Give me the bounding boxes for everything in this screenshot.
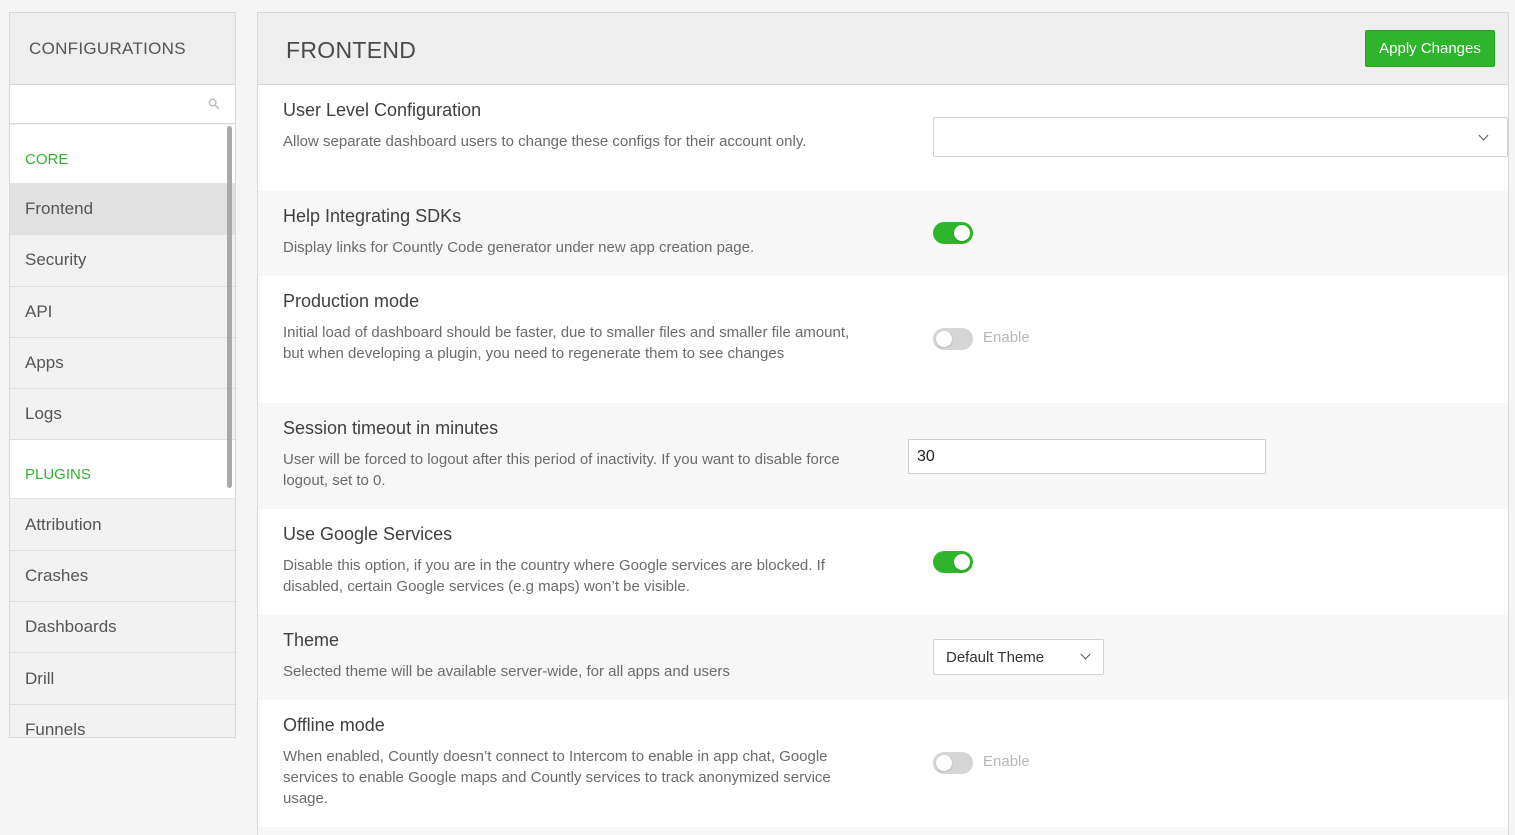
sidebar-search bbox=[10, 85, 235, 124]
setting-row-offline-mode: Offline mode When enabled, Countly doesn… bbox=[258, 700, 1508, 827]
sidebar-item-dashboards[interactable]: Dashboards bbox=[10, 602, 235, 654]
setting-description: When enabled, Countly doesn’t connect to… bbox=[283, 748, 831, 807]
panel-header: FRONTEND Apply Changes bbox=[258, 13, 1508, 85]
sidebar-list: CORE Frontend Security API Apps Logs PLU… bbox=[10, 125, 235, 737]
setting-title: Use Google Services bbox=[283, 524, 453, 544]
page-title: FRONTEND bbox=[286, 37, 417, 63]
search-icon[interactable] bbox=[208, 98, 219, 109]
help-sdks-toggle[interactable] bbox=[933, 222, 973, 244]
toggle-knob bbox=[954, 225, 970, 241]
setting-title: Production mode bbox=[283, 291, 420, 311]
setting-row-session-timeout: Session timeout in minutes User will be … bbox=[258, 403, 1508, 509]
setting-description: Allow separate dashboard users to change… bbox=[283, 133, 807, 150]
toggle-knob bbox=[936, 755, 952, 771]
setting-title: Offline mode bbox=[283, 715, 385, 735]
toggle-knob bbox=[954, 554, 970, 570]
setting-description: Display links for Countly Code generator… bbox=[283, 239, 755, 256]
setting-row-help-sdks: Help Integrating SDKs Display links for … bbox=[258, 191, 1508, 276]
session-timeout-input[interactable] bbox=[908, 439, 1266, 474]
setting-title: Theme bbox=[283, 630, 340, 650]
sidebar-item-drill[interactable]: Drill bbox=[10, 653, 235, 705]
search-input[interactable] bbox=[10, 85, 235, 123]
offline-mode-toggle[interactable]: Enable bbox=[933, 752, 1030, 774]
setting-row-google-services: Use Google Services Disable this option,… bbox=[258, 509, 1508, 615]
chevron-down-icon bbox=[1080, 649, 1091, 660]
setting-row-user-level: User Level Configuration Allow separate … bbox=[258, 85, 1508, 191]
user-level-select[interactable] bbox=[933, 117, 1508, 157]
sidebar-item-attribution[interactable]: Attribution bbox=[10, 499, 235, 551]
setting-description: Selected theme will be available server-… bbox=[283, 663, 730, 680]
sidebar-item-api[interactable]: API bbox=[10, 286, 235, 338]
setting-description: Initial load of dashboard should be fast… bbox=[283, 324, 850, 362]
sidebar-item-funnels[interactable]: Funnels bbox=[10, 704, 235, 737]
setting-title: User Level Configuration bbox=[283, 100, 482, 120]
setting-title: Session timeout in minutes bbox=[283, 418, 499, 438]
production-mode-toggle[interactable]: Enable bbox=[933, 328, 1030, 350]
setting-row-next bbox=[258, 827, 1508, 835]
toggle-label: Enable bbox=[983, 753, 1030, 770]
setting-row-theme: Theme Selected theme will be available s… bbox=[258, 615, 1508, 700]
setting-description: User will be forced to logout after this… bbox=[283, 451, 840, 489]
theme-select[interactable]: Default Theme bbox=[933, 639, 1104, 675]
toggle-knob bbox=[936, 331, 952, 347]
sidebar-group-core: CORE bbox=[10, 125, 235, 184]
sidebar-scrollbar[interactable] bbox=[227, 126, 232, 488]
sidebar-item-security[interactable]: Security bbox=[10, 235, 235, 287]
sidebar-item-crashes[interactable]: Crashes bbox=[10, 550, 235, 603]
toggle-label: Enable bbox=[983, 329, 1030, 346]
sidebar-item-frontend[interactable]: Frontend bbox=[10, 184, 235, 236]
sidebar-item-apps[interactable]: Apps bbox=[10, 337, 235, 390]
sidebar-title: CONFIGURATIONS bbox=[10, 13, 235, 85]
selected-value: Default Theme bbox=[946, 649, 1045, 666]
google-services-toggle[interactable] bbox=[933, 551, 973, 573]
sidebar-group-plugins: PLUGINS bbox=[10, 440, 235, 500]
setting-row-production-mode: Production mode Initial load of dashboar… bbox=[258, 276, 1508, 403]
setting-description: Disable this option, if you are in the c… bbox=[283, 557, 825, 595]
chevron-down-icon bbox=[1478, 130, 1489, 141]
setting-title: Help Integrating SDKs bbox=[283, 206, 462, 226]
config-sidebar: CONFIGURATIONS CORE Frontend Security AP… bbox=[9, 12, 236, 738]
sidebar-item-logs[interactable]: Logs bbox=[10, 389, 235, 441]
settings-panel: FRONTEND Apply Changes User Level Config… bbox=[257, 12, 1509, 835]
apply-changes-button[interactable]: Apply Changes bbox=[1365, 30, 1495, 67]
